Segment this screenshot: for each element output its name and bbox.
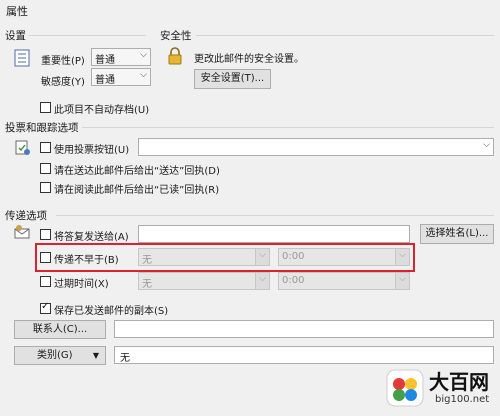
security-settings-button[interactable]: 安全设置(T)... [194, 69, 271, 89]
sensitivity-label: 敏感度(Y) [41, 77, 85, 88]
voting-section-title: 投票和跟踪选项 [5, 122, 79, 134]
chevron-down-icon: ⌵ [259, 250, 266, 260]
dropdown-arrow-icon: ▼ [92, 351, 99, 360]
security-description: 更改此邮件的安全设置。 [194, 54, 304, 65]
save-copy-label: 保存已发送邮件的副本(S) [54, 306, 169, 317]
categories-button-label: 类别(G) [37, 350, 73, 361]
save-copy-checkbox[interactable] [40, 301, 51, 314]
read-receipt-checkbox[interactable] [40, 182, 51, 193]
do-not-deliver-label: 传递不早于(B) [54, 255, 119, 266]
watermark-brand: 大百网 [429, 370, 489, 394]
chevron-down-icon: ⌵ [259, 274, 266, 284]
no-autoarchive-label: 此项目不自动存档(U) [54, 105, 150, 116]
settings-divider [28, 35, 146, 36]
delivery-divider [56, 215, 494, 216]
window-title: 属性 [6, 5, 28, 18]
properties-icon [14, 49, 30, 67]
sensitivity-select[interactable]: 普通 ⌵ [91, 68, 151, 86]
chevron-down-icon: ⌵ [399, 274, 406, 284]
contacts-button[interactable]: 联系人(C)... [14, 320, 106, 339]
expires-checkbox[interactable] [40, 276, 51, 287]
chevron-down-icon: ⌵ [399, 250, 406, 260]
reply-to-field[interactable] [138, 225, 410, 243]
categories-field[interactable]: 无 [114, 346, 494, 364]
expires-time-value: 0:00 [282, 275, 305, 286]
sensitivity-value: 普通 [95, 75, 115, 86]
select-names-button[interactable]: 选择姓名(L)... [420, 224, 494, 244]
do-not-deliver-date[interactable]: 无 ⌵ [138, 248, 270, 266]
expires-date-value: 无 [142, 279, 152, 290]
security-divider [196, 35, 494, 36]
chevron-down-icon: ⌵ [140, 70, 147, 80]
importance-select[interactable]: 普通 ⌵ [91, 48, 151, 66]
delivery-icon [13, 224, 33, 240]
delivery-section-title: 传递选项 [5, 210, 47, 222]
security-section-title: 安全性 [160, 30, 192, 42]
categories-value: 无 [120, 353, 130, 364]
expires-label: 过期时间(X) [54, 279, 109, 290]
watermark: 大百网 big100.net [385, 366, 495, 412]
no-autoarchive-checkbox[interactable] [40, 102, 51, 113]
expires-time[interactable]: 0:00 ⌵ [278, 272, 410, 290]
delivery-receipt-label: 请在送达此邮件后给出“送达”回执(D) [54, 166, 220, 177]
chevron-down-icon: ⌵ [483, 140, 490, 150]
do-not-deliver-time[interactable]: 0:00 ⌵ [278, 248, 410, 266]
watermark-logo-icon [386, 369, 424, 407]
do-not-deliver-date-value: 无 [142, 255, 152, 266]
do-not-deliver-checkbox[interactable] [40, 252, 51, 263]
settings-section-title: 设置 [5, 30, 26, 42]
categories-button[interactable]: 类别(G) ▼ [14, 346, 106, 365]
expires-date[interactable]: 无 ⌵ [138, 272, 270, 290]
voting-divider [82, 127, 494, 128]
importance-label: 重要性(P) [41, 56, 85, 67]
voting-buttons-select[interactable]: ⌵ [138, 138, 494, 156]
read-receipt-label: 请在阅读此邮件后给出“已读”回执(R) [54, 185, 220, 196]
contacts-field[interactable] [114, 320, 494, 338]
voting-icon [14, 139, 32, 157]
lock-icon [167, 46, 183, 66]
reply-to-label: 将答复发送给(A) [54, 232, 129, 243]
delivery-receipt-checkbox[interactable] [40, 163, 51, 174]
reply-to-checkbox[interactable] [40, 229, 51, 240]
use-voting-label: 使用投票按钮(U) [54, 145, 130, 156]
do-not-deliver-time-value: 0:00 [282, 251, 305, 262]
use-voting-checkbox[interactable] [40, 142, 51, 153]
importance-value: 普通 [95, 55, 115, 66]
chevron-down-icon: ⌵ [140, 50, 147, 60]
watermark-url: big100.net [435, 394, 490, 405]
